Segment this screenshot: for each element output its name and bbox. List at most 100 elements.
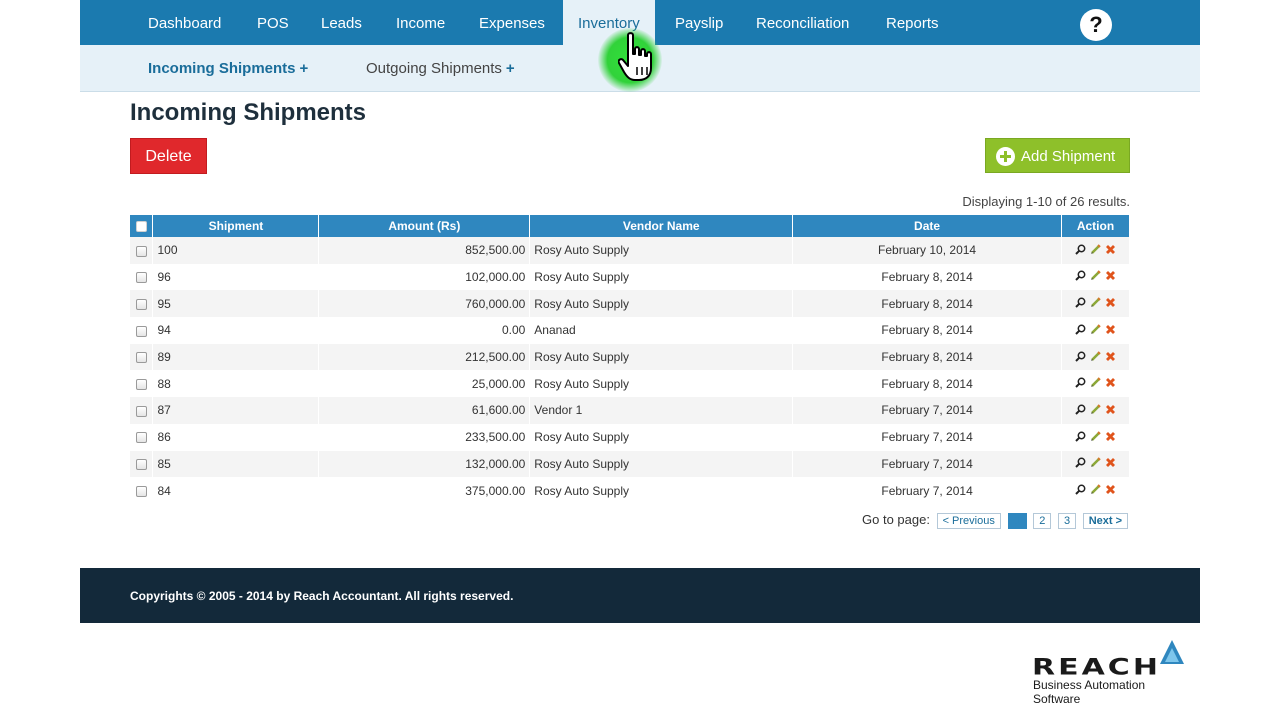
next-page-button[interactable]: Next > [1082,512,1129,529]
row-checkbox[interactable] [135,352,147,364]
select-all-checkbox[interactable] [135,221,147,233]
table-row[interactable]: 95 760,000.00 Rosy Auto Supply February 8, … [130,290,1131,318]
delete-icon[interactable] [1105,431,1116,445]
table-body: 100 852,500.00 Rosy Auto Supply February 10… [130,237,1131,504]
plus-icon: + [505,60,515,77]
delete-icon[interactable] [1105,404,1116,418]
row-checkbox[interactable] [135,245,147,257]
row-checkbox[interactable] [135,459,147,471]
edit-icon[interactable] [1090,324,1101,338]
row-select-cell [130,263,154,291]
help-button[interactable]: ? [1080,9,1112,41]
nav-expenses[interactable]: Expenses [479,0,545,45]
view-icon[interactable] [1075,404,1086,418]
table-row[interactable]: 89 212,500.00 Rosy Auto Supply February 8, … [130,343,1131,371]
row-checkbox[interactable] [135,325,147,337]
edit-icon[interactable] [1090,430,1101,445]
table-row[interactable]: 84 375,000.00 Rosy Auto Supply February 7, … [130,477,1131,504]
pagination: Go to page: < Previous 1 2 3 Next > [862,512,1129,529]
view-icon[interactable] [1075,351,1086,365]
view-icon[interactable] [1075,324,1086,338]
table-row[interactable]: 100 852,500.00 Rosy Auto Supply February 10… [130,237,1131,264]
edit-icon[interactable] [1090,350,1101,365]
delete-icon[interactable] [1105,297,1116,311]
column-header-vendor[interactable]: Vendor Name [529,215,794,237]
delete-icon[interactable] [1105,270,1116,284]
column-header-amount[interactable]: Amount (Rs) [318,215,531,237]
action-cell [1061,450,1131,478]
delete-icon[interactable] [1105,484,1116,498]
subnav-incoming-shipments[interactable]: Incoming Shipments + [148,60,308,77]
delete-icon[interactable] [1105,324,1116,338]
view-icon[interactable] [1075,297,1086,311]
nav-pos[interactable]: POS [257,0,289,45]
nav-income[interactable]: Income [396,0,445,45]
edit-icon[interactable] [1090,270,1101,284]
amount-cell: 233,500.00 [318,423,531,451]
edit-icon[interactable] [1090,457,1101,471]
row-checkbox[interactable] [135,405,147,417]
previous-page-button[interactable]: < Previous [936,512,1001,529]
row-select-cell [130,290,154,318]
edit-icon[interactable] [1090,297,1101,311]
delete-button[interactable]: Delete [130,138,207,174]
table-row[interactable]: 96 102,000.00 Rosy Auto Supply February 8, … [130,263,1131,291]
nav-dashboard[interactable]: Dashboard [148,0,221,45]
row-checkbox[interactable] [135,379,147,391]
table-row[interactable]: 87 61,600.00 Vendor 1 February 7, 2014 [130,397,1131,424]
table-row[interactable]: 86 233,500.00 Rosy Auto Supply February 7, … [130,423,1131,451]
view-icon[interactable] [1075,484,1086,498]
nav-inventory[interactable]: Inventory [563,0,655,45]
edit-icon[interactable] [1090,377,1101,391]
page-2-button[interactable]: 2 [1033,512,1052,529]
reach-logo: REACH Business Automation Software [1032,640,1192,706]
row-checkbox[interactable] [135,485,147,497]
column-header-date[interactable]: Date [792,215,1062,237]
view-icon[interactable] [1075,457,1086,471]
page-3-button[interactable]: 3 [1057,512,1077,529]
date-cell: February 10, 2014 [792,237,1062,264]
date-cell: February 8, 2014 [792,290,1062,318]
edit-icon[interactable] [1090,484,1101,498]
amount-cell: 102,000.00 [318,263,531,291]
delete-icon[interactable] [1105,244,1116,258]
table-header-row: Shipment Amount (Rs) Vendor Name Date Ac… [130,215,1131,237]
column-header-shipment[interactable]: Shipment [152,215,320,237]
edit-icon[interactable] [1090,404,1101,418]
row-checkbox[interactable] [135,272,147,284]
page-1-button[interactable]: 1 [1008,512,1027,529]
date-cell: February 8, 2014 [792,343,1062,371]
delete-icon[interactable] [1105,351,1116,365]
page-title: Incoming Shipments [130,99,367,126]
nav-leads[interactable]: Leads [321,0,362,45]
view-icon[interactable] [1075,270,1086,284]
subnav-outgoing-label: Outgoing Shipments [366,60,502,77]
add-shipment-button[interactable]: Add Shipment [985,138,1130,173]
view-icon[interactable] [1075,377,1086,391]
action-cell [1061,290,1131,318]
row-checkbox[interactable] [135,432,147,444]
row-select-cell [130,423,154,451]
delete-icon[interactable] [1105,457,1116,471]
row-select-cell [130,477,154,504]
nav-payslip[interactable]: Payslip [675,0,723,45]
edit-icon[interactable] [1090,244,1101,258]
table-row[interactable]: 94 0.00 Ananad February 8, 2014 [130,317,1131,344]
row-select-cell [130,370,154,398]
table-row[interactable]: 85 132,000.00 Rosy Auto Supply February 7, … [130,450,1131,478]
table-row[interactable]: 88 25,000.00 Rosy Auto Supply February 8, 2… [130,370,1131,398]
nav-reports[interactable]: Reports [886,0,939,45]
nav-reconciliation[interactable]: Reconciliation [756,0,849,45]
delete-icon[interactable] [1105,377,1116,391]
shipment-cell: 100 [152,237,320,264]
logo-tagline: Business Automation Software [1033,678,1146,706]
subnav-outgoing-shipments[interactable]: Outgoing Shipments + [366,60,515,77]
action-cell [1061,317,1131,344]
view-icon[interactable] [1075,244,1086,258]
vendor-cell: Ananad [529,317,794,344]
row-checkbox[interactable] [135,299,147,311]
plus-icon: + [299,60,309,77]
row-select-cell [130,397,154,424]
view-icon[interactable] [1075,431,1086,445]
footer: Copyrights © 2005 - 2014 by Reach Accoun… [80,568,1200,623]
